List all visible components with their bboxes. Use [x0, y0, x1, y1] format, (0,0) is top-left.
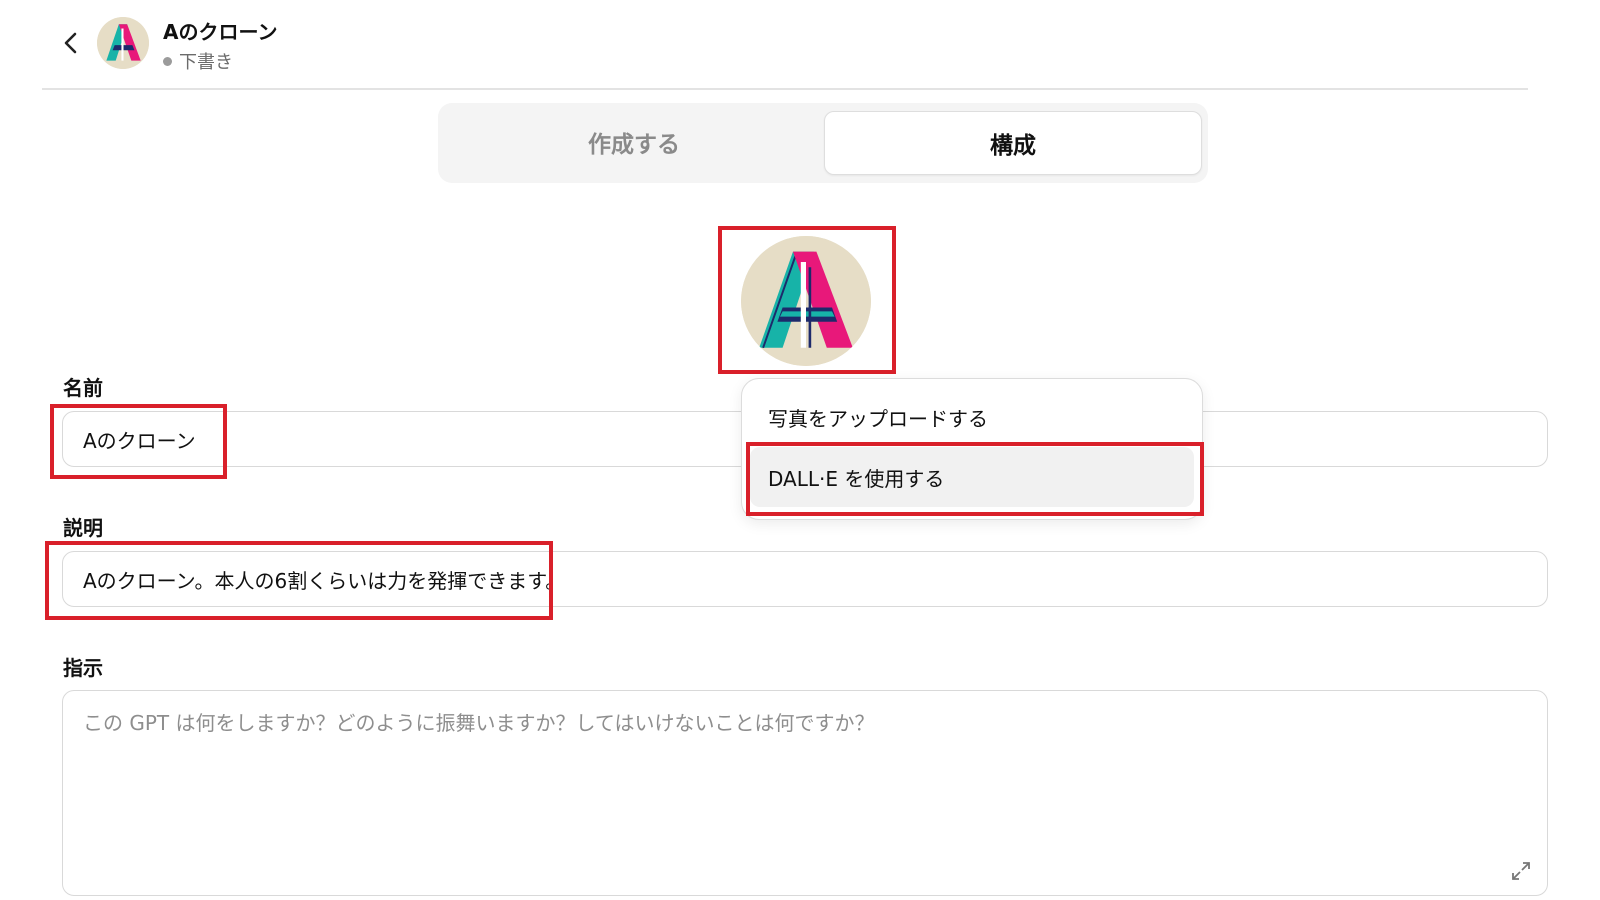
back-button[interactable] — [56, 28, 86, 58]
description-value: Aのクローン。本人の6割くらいは力を発揮できます。 — [83, 568, 566, 593]
name-label: 名前 — [63, 376, 103, 400]
status-dot-icon — [163, 56, 172, 66]
instructions-label: 指示 — [63, 656, 103, 680]
editor-header: Aのクローン 下書き — [42, 0, 1528, 90]
name-value: Aのクローン — [83, 428, 196, 453]
description-field[interactable]: Aのクローン。本人の6割くらいは力を発揮できます。 — [62, 551, 1548, 607]
gpt-avatar-small — [97, 17, 149, 69]
a-logo-icon — [97, 17, 149, 69]
instructions-textarea[interactable]: この GPT は何をしますか？どのように振舞いますか？してはいけないことは何です… — [62, 690, 1548, 896]
instructions-placeholder: この GPT は何をしますか？どのように振舞いますか？してはいけないことは何です… — [83, 711, 875, 735]
expand-icon — [1512, 862, 1530, 880]
upload-photo-option[interactable]: 写真をアップロードする — [750, 387, 1194, 447]
gpt-editor-page: Aのクローン 下書き 作成する 構成 名前 Aのクローン 説明 Aのクローン。本… — [0, 0, 1600, 900]
mode-tabs: 作成する 構成 — [438, 103, 1208, 183]
tab-configure[interactable]: 構成 — [824, 111, 1202, 175]
gpt-title: Aのクローン — [163, 20, 278, 44]
status-label: 下書き — [179, 52, 233, 73]
expand-button[interactable] — [1509, 859, 1533, 883]
gpt-avatar-upload[interactable] — [741, 236, 871, 366]
draft-status: 下書き — [163, 48, 233, 74]
avatar-menu: 写真をアップロードする DALL·E を使用する — [741, 378, 1203, 520]
use-dalle-option[interactable]: DALL·E を使用する — [750, 447, 1194, 507]
tab-create[interactable]: 作成する — [446, 111, 822, 173]
a-logo-icon — [741, 236, 871, 366]
description-label: 説明 — [63, 516, 103, 540]
chevron-left-icon — [64, 32, 77, 54]
